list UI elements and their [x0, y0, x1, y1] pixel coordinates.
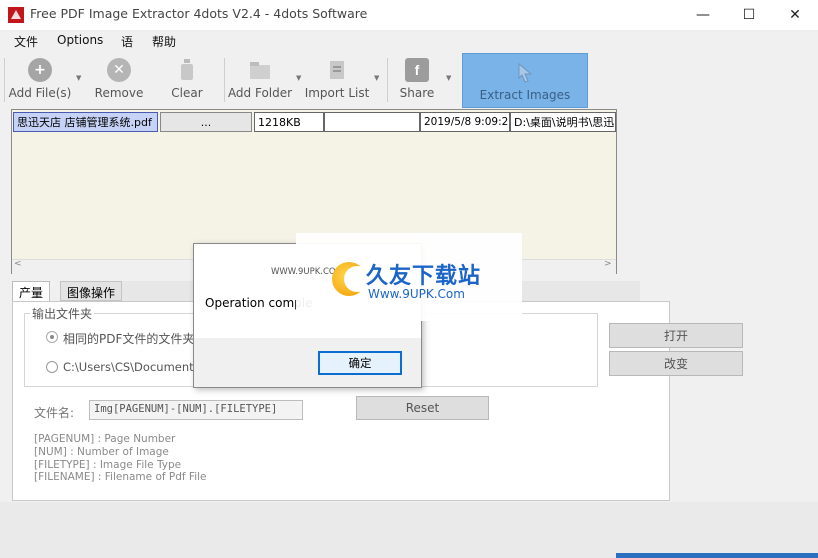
- dialog-ok-button[interactable]: 确定: [318, 351, 402, 375]
- window-title: Free PDF Image Extractor 4dots V2.4 - 4d…: [30, 6, 368, 21]
- remove-label: Remove: [94, 86, 144, 100]
- add-files-button[interactable]: + Add File(s): [8, 58, 72, 104]
- toolbar-separator: [224, 58, 225, 102]
- trash-icon: [175, 58, 199, 82]
- grid-cell-date[interactable]: 2019/5/8 9:09:23: [420, 112, 510, 132]
- minimize-button[interactable]: —: [680, 0, 726, 30]
- tab-image-operations[interactable]: 图像操作: [60, 281, 123, 301]
- grid-cell-browse-button[interactable]: ...: [160, 112, 252, 132]
- change-folder-button[interactable]: 改变: [609, 351, 743, 376]
- grid-cell-path[interactable]: D:\桌面\说明书\思迅: [510, 112, 616, 132]
- maximize-button[interactable]: ☐: [726, 0, 772, 30]
- hint-num: [NUM] : Number of Image: [34, 446, 169, 458]
- toolbar-separator: [387, 58, 388, 102]
- hint-filename: [FILENAME] : Filename of Pdf File: [34, 471, 207, 483]
- add-folder-button[interactable]: Add Folder: [228, 58, 292, 104]
- open-folder-button[interactable]: 打开: [609, 323, 743, 348]
- import-list-button[interactable]: Import List: [305, 58, 369, 104]
- facebook-icon: f: [405, 58, 429, 82]
- folder-icon: [248, 58, 272, 82]
- tab-output[interactable]: 产量: [12, 281, 51, 302]
- grid-cell-filename[interactable]: 思迅天店 店铺管理系统.pdf: [13, 112, 158, 132]
- menu-language[interactable]: 语: [121, 33, 133, 50]
- extract-images-button[interactable]: Extract Images: [462, 53, 588, 108]
- remove-button[interactable]: ✕ Remove: [92, 58, 146, 104]
- share-button[interactable]: f Share: [398, 58, 436, 104]
- add-files-label: Add File(s): [8, 86, 72, 100]
- import-list-label: Import List: [304, 86, 370, 100]
- plus-icon: +: [28, 58, 52, 82]
- toolbar-grip: [4, 58, 5, 102]
- add-files-dropdown-arrow[interactable]: ▼: [76, 74, 81, 82]
- filename-label: 文件名:: [34, 406, 75, 420]
- hint-pagenum: [PAGENUM] : Page Number: [34, 433, 176, 445]
- watermark-title: 久友下载站: [366, 264, 482, 289]
- watermark-url: Www.9UPK.Com: [368, 287, 465, 301]
- import-list-dropdown-arrow[interactable]: ▼: [374, 74, 379, 82]
- close-button[interactable]: ✕: [772, 0, 818, 30]
- reset-button[interactable]: Reset: [356, 396, 489, 420]
- menu-file[interactable]: 文件: [14, 33, 38, 50]
- add-folder-dropdown-arrow[interactable]: ▼: [296, 74, 301, 82]
- clear-label: Clear: [171, 86, 203, 100]
- share-label: Share: [399, 86, 435, 100]
- menu-options[interactable]: Options: [57, 33, 103, 47]
- same-folder-radio[interactable]: [46, 331, 58, 343]
- custom-folder-radio[interactable]: [46, 361, 58, 373]
- clear-button[interactable]: Clear: [166, 58, 208, 104]
- output-folder-label: 输出文件夹: [30, 305, 95, 322]
- share-dropdown-arrow[interactable]: ▼: [446, 74, 451, 82]
- window-bottom-area: [0, 502, 818, 558]
- taskbar-strip: [616, 553, 818, 558]
- extract-images-label: Extract Images: [479, 88, 571, 102]
- custom-folder-label[interactable]: C:\Users\CS\Documents\4dots: [63, 360, 193, 374]
- grid-cell-size[interactable]: 1218KB: [254, 112, 324, 132]
- remove-x-icon: ✕: [107, 58, 131, 82]
- hint-filetype: [FILETYPE] : Image File Type: [34, 459, 182, 471]
- app-pdf-icon: [8, 7, 24, 23]
- same-folder-label[interactable]: 相同的PDF文件的文件夹: [63, 330, 194, 347]
- extract-cursor-icon: [513, 60, 537, 84]
- scroll-right-arrow-icon[interactable]: >: [604, 259, 612, 269]
- import-list-icon: [325, 58, 349, 82]
- add-folder-label: Add Folder: [227, 86, 293, 100]
- filename-pattern-input[interactable]: Img[PAGENUM]-[NUM].[FILETYPE]: [89, 400, 303, 420]
- menu-help[interactable]: 帮助: [152, 33, 176, 50]
- grid-cell-pages[interactable]: [324, 112, 420, 132]
- scroll-left-arrow-icon[interactable]: <: [14, 259, 22, 269]
